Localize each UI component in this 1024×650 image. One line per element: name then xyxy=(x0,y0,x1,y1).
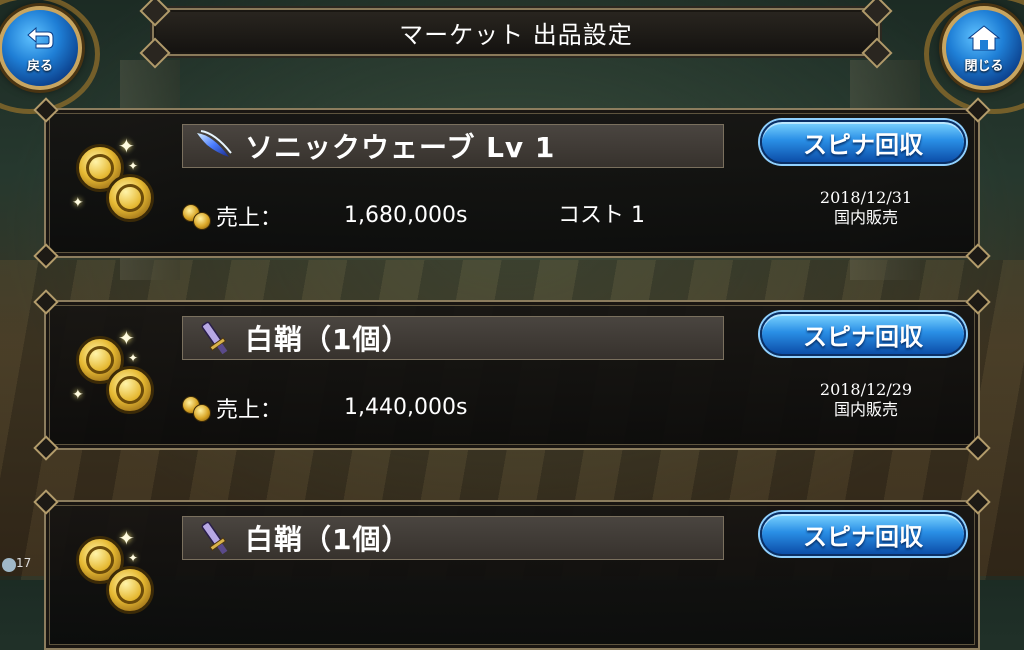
sale-region: 国内販売 xyxy=(833,400,898,419)
sale-region: 国内販売 xyxy=(833,208,898,227)
mini-coins-icon xyxy=(182,394,212,422)
back-label: 戻る xyxy=(26,58,53,74)
spina-coins-icon: ✦ ✦ ✦ xyxy=(72,326,172,426)
header-bar: マーケット 出品設定 xyxy=(139,0,893,69)
page-title: マーケット 出品設定 xyxy=(399,20,633,49)
spina-recover-button[interactable]: スピナ回収 xyxy=(760,512,966,556)
cost-text: コスト 1 xyxy=(558,203,645,228)
close-button[interactable]: 閉じる xyxy=(942,6,1024,90)
recover-label: スピナ回収 xyxy=(803,130,923,159)
spina-recover-button[interactable]: スピナ回収 xyxy=(760,312,966,356)
item-name: 白鞘（1個） xyxy=(245,323,411,356)
listing-date-block: 2018/12/31 国内販売 xyxy=(806,188,926,228)
mini-coins-icon xyxy=(182,202,212,230)
item-name-bar: 白鞘（1個） xyxy=(182,516,724,560)
back-button[interactable]: 戻る xyxy=(0,6,82,90)
item-name: ソニックウェーブ Lv 1 xyxy=(245,131,556,164)
header-ornament xyxy=(139,0,171,27)
close-label: 閉じる xyxy=(964,58,1004,74)
listing-panel: ✦ ✦ ✦ 白鞘（1個） スピナ回収 売上： 1,440,000s 2018/1… xyxy=(33,289,991,461)
listing-date-block: 2018/12/29 国内販売 xyxy=(806,380,926,420)
sales-label: 売上： xyxy=(216,206,283,231)
back-arrow-icon xyxy=(27,26,54,48)
spina-coins-icon: ✦ ✦ xyxy=(72,526,172,626)
home-icon xyxy=(967,24,1001,50)
sales-row: 売上： xyxy=(182,390,282,426)
recover-label: スピナ回収 xyxy=(803,322,923,351)
sales-label: 売上： xyxy=(216,398,283,423)
item-name-bar: ソニックウェーブ Lv 1 xyxy=(182,124,724,168)
recover-label: スピナ回収 xyxy=(803,522,923,551)
sword-icon xyxy=(201,321,228,355)
blue-skill-icon xyxy=(197,130,232,157)
sales-value: 1,440,000s xyxy=(344,395,468,420)
status-icon xyxy=(2,558,16,572)
listing-panel: ✦ ✦ ✦ ソニックウェーブ Lv 1 スピナ回収 売上： 1,680,000s… xyxy=(33,97,991,269)
spina-recover-button[interactable]: スピナ回収 xyxy=(760,120,966,164)
sales-value: 1,680,000s xyxy=(344,203,468,228)
listing-date: 2018/12/29 xyxy=(819,380,913,399)
item-name-bar: 白鞘（1個） xyxy=(182,316,724,360)
sales-row: 売上： xyxy=(182,198,282,234)
spina-coins-icon: ✦ ✦ ✦ xyxy=(72,134,172,234)
footer-counter: 17 xyxy=(16,556,32,570)
header-ornament xyxy=(861,0,893,27)
item-name: 白鞘（1個） xyxy=(245,523,411,556)
listing-date: 2018/12/31 xyxy=(819,188,913,207)
sword-icon xyxy=(201,521,228,555)
listing-panel: ✦ ✦ 白鞘（1個） スピナ回収 xyxy=(33,489,991,650)
